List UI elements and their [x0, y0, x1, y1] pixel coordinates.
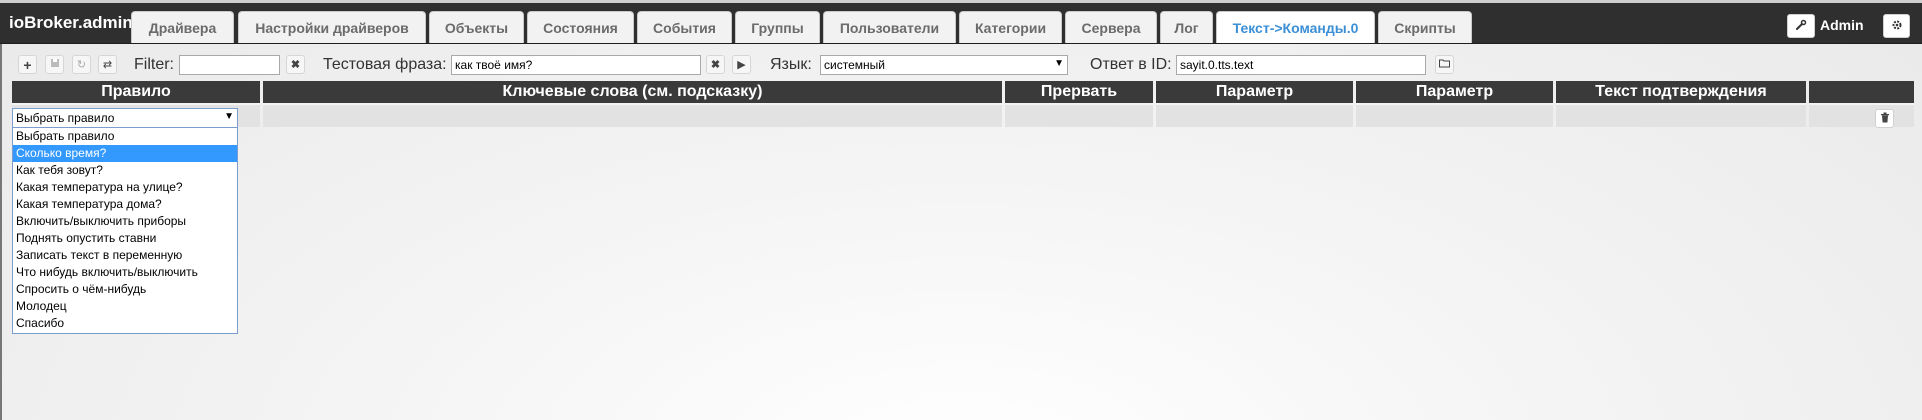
folder-icon — [1439, 58, 1450, 71]
filter-label: Filter: — [134, 56, 174, 73]
column-header-param-1: Параметр — [1156, 81, 1353, 103]
rules-table: Правило Ключевые слова (см. подсказку) П… — [9, 81, 1917, 127]
column-header-actions — [1809, 81, 1914, 103]
rule-option[interactable]: Поднять опустить ставни — [13, 230, 237, 247]
swap-button[interactable]: ⇄ — [98, 55, 117, 74]
left-edge — [0, 44, 2, 420]
answer-id-input[interactable]: sayit.0.tts.text — [1176, 55, 1426, 75]
test-phrase-input[interactable]: как твоё имя? — [451, 55, 701, 75]
tab-scripts[interactable]: Скрипты — [1378, 11, 1472, 43]
rule-select-value: Выбрать правило — [16, 111, 115, 125]
chevron-down-icon: ▼ — [1054, 58, 1064, 69]
language-value: системный — [824, 58, 885, 72]
tab-servers[interactable]: Сервера — [1065, 11, 1157, 43]
chevron-down-icon: ▼ — [224, 111, 234, 122]
tab-groups[interactable]: Группы — [735, 11, 820, 43]
brand-title: ioBroker.admin — [9, 13, 133, 32]
toolbar: + ↻ ⇄ Filter: ✖ Тестовая фраза: как твоё… — [0, 52, 1922, 78]
language-label: Язык: — [770, 56, 812, 73]
wrench-icon — [1795, 19, 1807, 34]
cell-param-1[interactable] — [1156, 103, 1353, 127]
clear-phrase-button[interactable]: ✖ — [706, 55, 725, 74]
table-row — [12, 103, 1914, 127]
gear-icon — [1891, 19, 1903, 34]
rule-option[interactable]: Какая температура дома? — [13, 196, 237, 213]
cell-break[interactable] — [1005, 103, 1153, 127]
language-select[interactable]: системный ▼ — [820, 55, 1068, 75]
rule-select[interactable]: Выбрать правило ▼ — [12, 108, 238, 128]
settings-button[interactable] — [1883, 14, 1910, 38]
answer-id-label: Ответ в ID: — [1090, 56, 1172, 73]
add-rule-button[interactable]: + — [18, 55, 37, 74]
tab-states[interactable]: Состояния — [527, 11, 634, 43]
delete-rule-button[interactable] — [1875, 109, 1894, 128]
tab-drivers[interactable]: Драйвера — [131, 11, 234, 43]
tab-events[interactable]: События — [637, 11, 732, 43]
rule-option[interactable]: Спросить о чём-нибудь — [13, 281, 237, 298]
tab-log[interactable]: Лог — [1160, 11, 1213, 43]
test-phrase-button[interactable]: ▶ — [732, 55, 751, 74]
rule-option[interactable]: Записать текст в переменную — [13, 247, 237, 264]
rule-option[interactable]: Что нибудь включить/выключить — [13, 264, 237, 281]
trash-icon — [1880, 112, 1890, 126]
rule-dropdown-list: Выбрать правило Сколько время? Как тебя … — [12, 128, 238, 334]
column-header-confirmation: Текст подтверждения — [1556, 81, 1806, 103]
clear-filter-button[interactable]: ✖ — [286, 55, 305, 74]
play-icon: ▶ — [737, 59, 746, 71]
tab-driver-settings[interactable]: Настройки драйверов — [238, 11, 426, 43]
top-navbar: ioBroker.admin Драйвера Настройки драйве… — [0, 3, 1922, 44]
tab-users[interactable]: Пользователи — [823, 11, 956, 43]
select-id-button[interactable] — [1435, 55, 1454, 74]
refresh-button[interactable]: ↻ — [72, 55, 91, 74]
column-header-param-2: Параметр — [1356, 81, 1553, 103]
rule-option[interactable]: Как тебя зовут? — [13, 162, 237, 179]
plus-icon: + — [23, 56, 32, 73]
refresh-icon: ↻ — [76, 59, 87, 71]
cell-keywords[interactable] — [263, 103, 1002, 127]
tab-objects[interactable]: Объекты — [429, 11, 524, 43]
edit-user-button[interactable] — [1787, 14, 1815, 38]
filter-input[interactable] — [179, 55, 280, 75]
close-icon: ✖ — [290, 59, 301, 71]
user-name[interactable]: Admin — [1820, 17, 1864, 33]
test-phrase-label: Тестовая фраза: — [323, 56, 447, 73]
close-icon: ✖ — [710, 59, 721, 71]
tab-text-commands[interactable]: Текст->Команды.0 — [1216, 11, 1375, 43]
swap-icon: ⇄ — [102, 59, 113, 71]
cell-confirmation[interactable] — [1556, 103, 1806, 127]
rule-option[interactable]: Молодец — [13, 298, 237, 315]
tab-categories[interactable]: Категории — [959, 11, 1062, 43]
rule-option[interactable]: Сколько время? — [13, 145, 237, 162]
rule-option[interactable]: Включить/выключить приборы — [13, 213, 237, 230]
cell-param-2[interactable] — [1356, 103, 1553, 127]
rule-option[interactable]: Выбрать правило — [13, 128, 237, 145]
column-header-break: Прервать — [1005, 81, 1153, 103]
rule-option[interactable]: Какая температура на улице? — [13, 179, 237, 196]
save-icon — [50, 58, 60, 71]
column-header-rule: Правило — [12, 81, 260, 103]
column-header-keywords: Ключевые слова (см. подсказку) — [263, 81, 1002, 103]
rule-option[interactable]: Спасибо — [13, 315, 237, 332]
save-button[interactable] — [45, 55, 64, 74]
cell-actions — [1809, 103, 1914, 127]
